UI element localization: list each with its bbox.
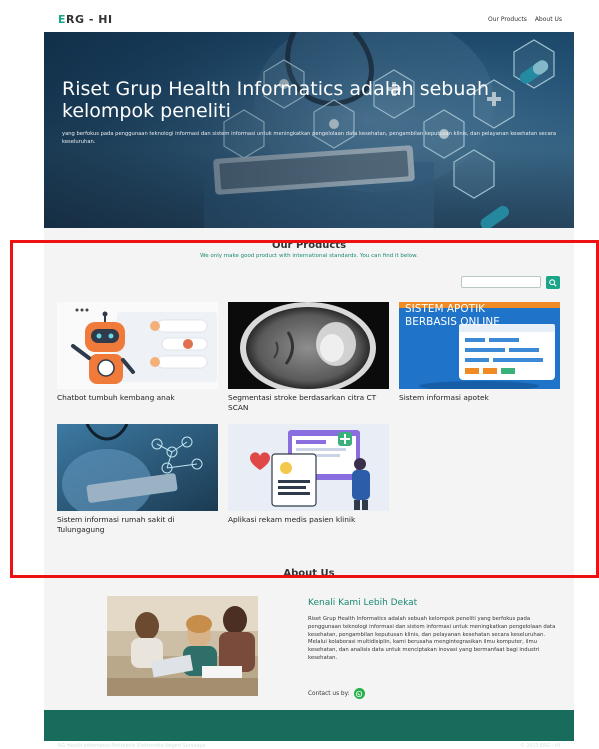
apotek-banner-text: SISTEM APOTIK BERBASIS ONLINE xyxy=(405,303,500,328)
hero-title: Riset Grup Health Informatics adalah seb… xyxy=(62,78,490,122)
product-title: Sistem informasi apotek xyxy=(399,393,489,402)
hero-banner: Riset Grup Health Informatics adalah seb… xyxy=(44,32,574,228)
about-description: Riset Grup Health Informatics adalah seb… xyxy=(308,616,556,661)
product-search-button[interactable] xyxy=(546,276,560,289)
page: ERG - HI Our Products About Us Riset Gru… xyxy=(44,6,574,749)
product-card[interactable]: Segmentasi stroke berdasarkan citra CT S… xyxy=(228,302,389,413)
product-image-apotek: SISTEM APOTIK BERBASIS ONLINE xyxy=(399,302,560,389)
whatsapp-icon xyxy=(355,690,363,697)
product-image-chatbot xyxy=(57,302,218,389)
contact-row: Contact us by: xyxy=(308,688,365,699)
product-title: Segmentasi stroke berdasarkan citra CT S… xyxy=(228,393,377,412)
search-icon xyxy=(549,278,557,287)
product-card[interactable]: Aplikasi rekam medis pasien klinik xyxy=(228,424,389,525)
footer: RG Health Informatics Politeknik Elektro… xyxy=(44,710,574,749)
products-subtitle: We only make good product with internati… xyxy=(200,253,418,259)
product-search-input[interactable] xyxy=(461,276,541,288)
product-title: Aplikasi rekam medis pasien klinik xyxy=(228,515,356,524)
hero-subtitle: yang berfokus pada penggunaan teknologi … xyxy=(62,131,557,145)
about-heading: About Us xyxy=(283,568,335,579)
product-image-medical-record xyxy=(228,424,389,511)
nav-about-us[interactable]: About Us xyxy=(535,16,562,23)
site-logo[interactable]: ERG - HI xyxy=(58,13,113,26)
product-card[interactable]: Chatbot tumbuh kembang anak xyxy=(57,302,218,403)
products-heading: Our Products xyxy=(271,240,347,251)
nav-our-products[interactable]: Our Products xyxy=(488,16,527,23)
product-title: Chatbot tumbuh kembang anak xyxy=(57,393,175,402)
product-image-hospital xyxy=(57,424,218,511)
navbar: ERG - HI Our Products About Us xyxy=(44,6,574,32)
nav-links: Our Products About Us xyxy=(488,16,562,23)
whatsapp-button[interactable] xyxy=(353,688,365,699)
about-team-photo xyxy=(107,596,258,696)
product-card[interactable]: SISTEM APOTIK BERBASIS ONLINE Sistem inf… xyxy=(399,302,560,403)
contact-label: Contact us by: xyxy=(308,690,350,697)
product-card[interactable]: Sistem informasi rumah sakit di Tulungag… xyxy=(57,424,218,535)
about-subheading: Kenali Kami Lebih Dekat xyxy=(308,598,418,608)
product-title: Sistem informasi rumah sakit di Tulungag… xyxy=(57,515,175,534)
product-image-ct-scan xyxy=(228,302,389,389)
